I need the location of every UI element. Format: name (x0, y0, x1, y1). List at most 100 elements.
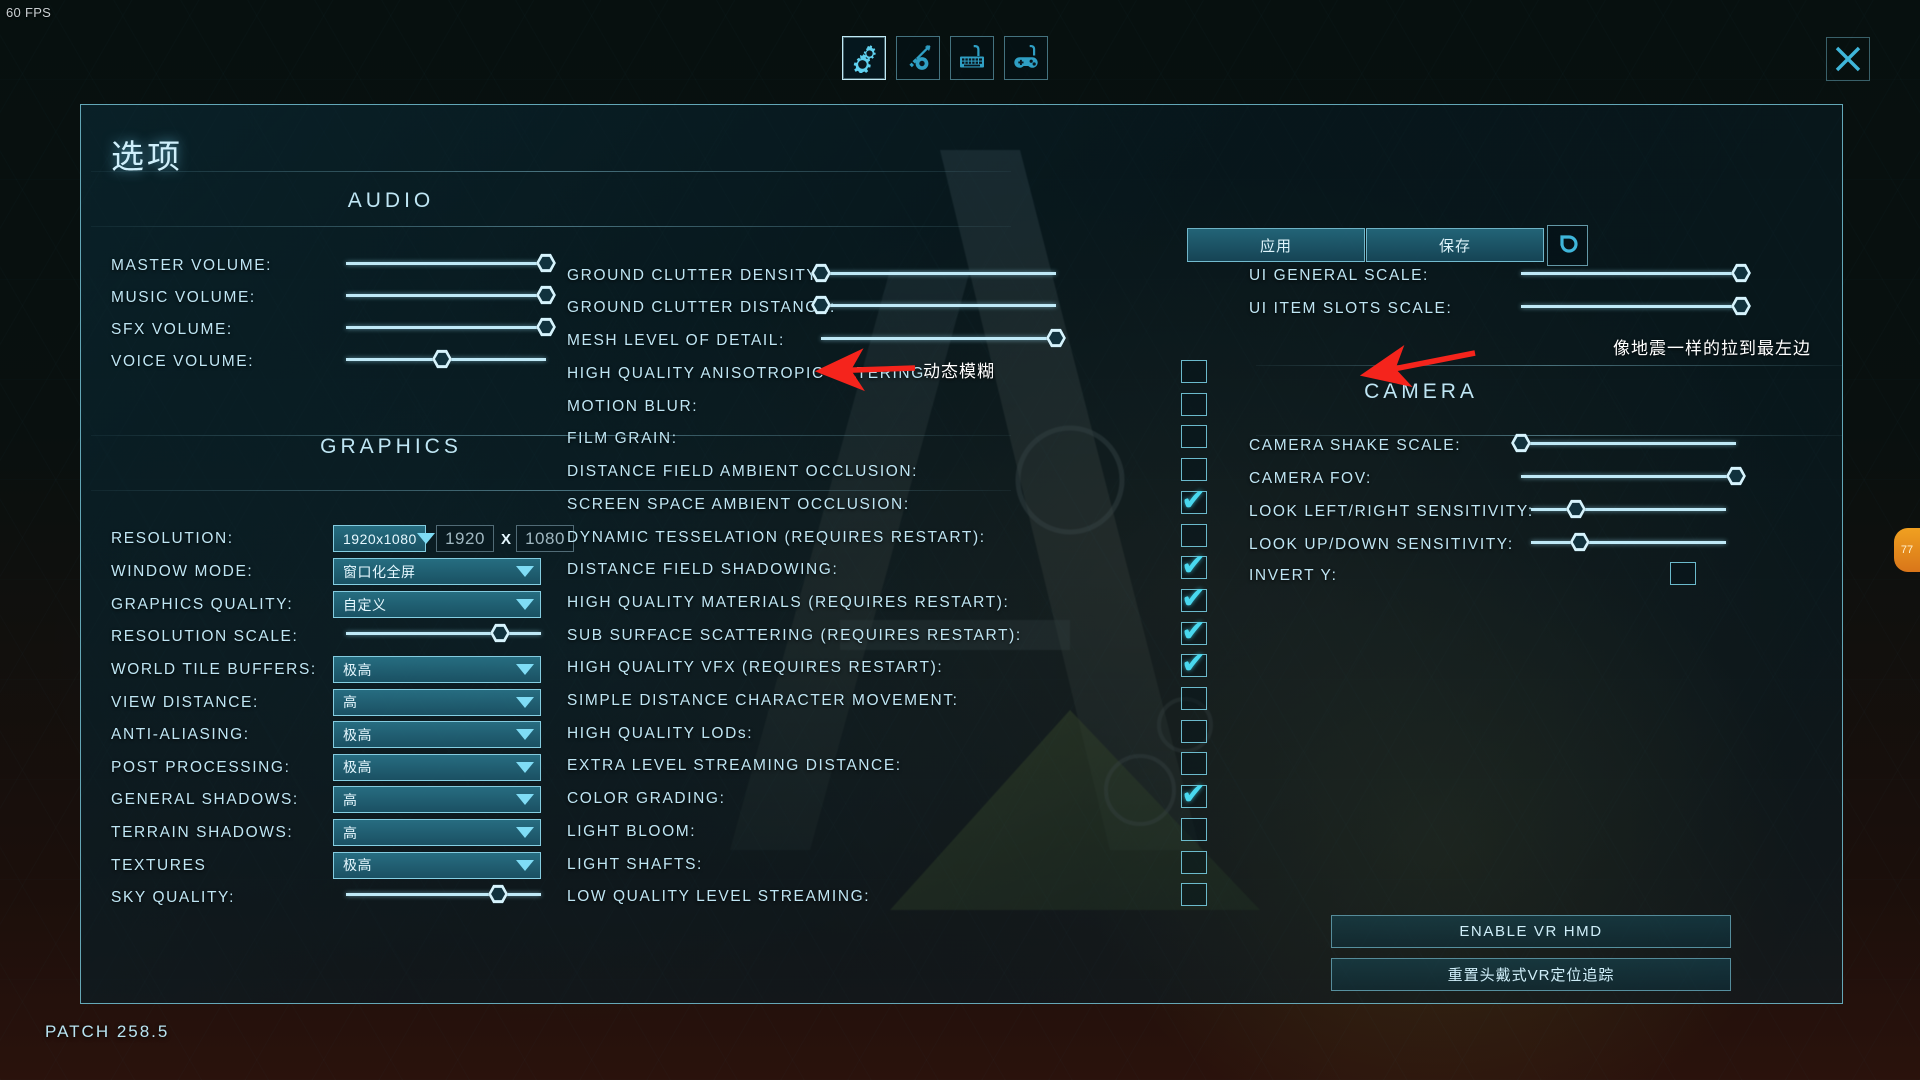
sky-quality-slider[interactable] (346, 884, 541, 904)
color-grading-label: COLOR GRADING: (567, 790, 726, 808)
ground-clutter-density-slider[interactable] (811, 263, 1056, 283)
ground-clutter-distance-label: GROUND CLUTTER DISTANCE: (567, 299, 836, 316)
slider-handle[interactable] (1511, 433, 1531, 453)
film-grain-label: FILM GRAIN: (567, 430, 678, 448)
terrain-shadows-dropdown[interactable]: 高 (333, 819, 541, 846)
invert-y-checkbox[interactable] (1670, 562, 1696, 585)
post-processing-dropdown[interactable]: 极高 (333, 753, 541, 781)
slider-handle[interactable] (1569, 532, 1590, 552)
sfx-volume-label: SFX VOLUME: (111, 321, 233, 338)
patch-version: PATCH 258.5 (45, 1022, 170, 1041)
dropdown-value: 极高 (343, 726, 372, 743)
slider-handle[interactable] (536, 253, 556, 273)
post-processing-label: POST PROCESSING: (111, 758, 291, 776)
dropdown-value: 自定义 (343, 596, 387, 613)
resolution-width-input[interactable]: 1920 (436, 525, 494, 552)
look-up-down-sensitivity-label: LOOK UP/DOWN SENSITIVITY: (1249, 536, 1514, 553)
look-left-right-sensitivity-slider[interactable] (1531, 499, 1726, 519)
anti-aliasing-dropdown[interactable]: 极高 (333, 721, 541, 749)
slider-handle[interactable] (1731, 296, 1751, 316)
high-quality-vfx-label: HIGH QUALITY VFX (REQUIRES RESTART): (567, 659, 944, 677)
graphics-quality-dropdown[interactable]: 自定义 (333, 591, 541, 618)
gamepad-tab[interactable] (1004, 36, 1048, 80)
ground-clutter-distance-slider[interactable] (811, 295, 1056, 315)
save-button[interactable]: 保存 (1366, 228, 1544, 262)
slider-handle[interactable] (1726, 466, 1746, 486)
camera-fov-label: CAMERA FOV: (1249, 470, 1372, 487)
motion-blur-label: MOTION BLUR: (567, 397, 699, 415)
apply-button[interactable]: 应用 (1187, 228, 1365, 262)
high-quality-lods-checkbox[interactable] (1181, 719, 1207, 743)
enable-vr-hmd-button[interactable]: ENABLE VR HMD (1331, 915, 1731, 948)
high-quality-lods-label: HIGH QUALITY LODs: (567, 724, 754, 742)
annotation-label-motion-blur: 动态模糊 (923, 362, 995, 381)
slider-track (1531, 541, 1726, 544)
sub-surface-scattering-label: SUB SURFACE SCATTERING (REQUIRES RESTART… (567, 626, 1022, 644)
simple-distance-character-movement-checkbox[interactable] (1181, 687, 1207, 710)
textures-dropdown[interactable]: 极高 (333, 851, 541, 879)
gamepad-icon (1014, 45, 1038, 68)
camera-shake-scale-slider[interactable] (1511, 433, 1736, 453)
light-bloom-checkbox[interactable] (1181, 817, 1207, 841)
music-volume-slider[interactable] (346, 285, 556, 305)
slider-handle[interactable] (488, 884, 509, 904)
ui-item-slots-scale-slider[interactable] (1521, 296, 1751, 316)
mesh-level-of-detail-slider[interactable] (821, 328, 1066, 348)
resolution-height-input[interactable]: 1080 (516, 525, 574, 552)
checkmark-icon: ✔ (1181, 646, 1207, 682)
light-shafts-checkbox[interactable] (1181, 850, 1207, 874)
low-quality-level-streaming-label: LOW QUALITY LEVEL STREAMING: (567, 888, 871, 906)
slider-handle[interactable] (1565, 499, 1586, 519)
divider (91, 490, 1011, 491)
ui-general-scale-slider[interactable] (1521, 263, 1751, 283)
slider-handle[interactable] (432, 349, 452, 369)
options-tab[interactable] (842, 36, 886, 80)
slider-handle[interactable] (536, 317, 556, 337)
slider-handle[interactable] (1731, 263, 1751, 283)
slider-handle[interactable] (490, 623, 511, 643)
reset-vr-tracking-button[interactable]: 重置头戴式VR定位追踪 (1331, 958, 1731, 991)
reset-defaults-button[interactable] (1547, 225, 1588, 266)
sfx-volume-slider[interactable] (346, 317, 556, 337)
film-grain-checkbox[interactable] (1181, 425, 1207, 449)
distance-field-ao-label: DISTANCE FIELD AMBIENT OCCLUSION: (567, 463, 919, 481)
view-distance-dropdown[interactable]: 高 (333, 688, 541, 716)
screen-space-ao-checkbox[interactable]: ✔ (1181, 485, 1207, 515)
look-up-down-sensitivity-slider[interactable] (1531, 532, 1726, 552)
voice-volume-label: VOICE VOLUME: (111, 353, 255, 370)
world-tile-buffers-dropdown[interactable]: 极高 (333, 656, 541, 683)
keyboard-tab[interactable] (950, 36, 994, 80)
camera-fov-slider[interactable] (1521, 466, 1746, 486)
high-quality-materials-label: HIGH QUALITY MATERIALS (REQUIRES RESTART… (567, 593, 1010, 611)
dropdown-value: 极高 (343, 857, 372, 874)
gears-icon (853, 45, 876, 73)
window-mode-dropdown[interactable]: 窗口化全屏 (333, 558, 541, 585)
slider-track (1521, 475, 1736, 478)
resolution-dropdown[interactable]: 1920x1080 (333, 525, 435, 552)
extra-level-streaming-distance-checkbox[interactable] (1181, 752, 1207, 776)
voice-volume-slider[interactable] (346, 349, 546, 369)
color-grading-checkbox[interactable]: ✔ (1181, 780, 1207, 810)
high-quality-vfx-checkbox[interactable]: ✔ (1181, 646, 1207, 682)
master-volume-slider[interactable] (346, 253, 556, 273)
world-tile-buffers-label: WORLD TILE BUFFERS: (111, 661, 317, 678)
gameplay-tab[interactable] (896, 36, 940, 80)
floating-badge[interactable]: 77 (1894, 528, 1920, 572)
slider-track (346, 326, 546, 329)
master-volume-label: MASTER VOLUME: (111, 257, 273, 274)
annotation-label-camera-shake: 像地震一样的拉到最左边 (1613, 339, 1811, 358)
general-shadows-dropdown[interactable]: 高 (333, 786, 541, 814)
slider-handle[interactable] (536, 285, 556, 305)
close-button[interactable] (1826, 37, 1870, 81)
resolution-scale-slider[interactable] (346, 623, 541, 643)
high-quality-materials-checkbox[interactable]: ✔ (1181, 583, 1207, 613)
dropdown-value: 高 (343, 824, 358, 841)
sub-surface-scattering-checkbox[interactable]: ✔ (1181, 616, 1207, 646)
dynamic-tesselation-checkbox[interactable] (1181, 523, 1207, 547)
distance-field-ao-checkbox[interactable] (1181, 458, 1207, 482)
music-volume-label: MUSIC VOLUME: (111, 289, 256, 306)
distance-field-shadowing-checkbox[interactable]: ✔ (1181, 551, 1207, 581)
low-quality-level-streaming-checkbox[interactable] (1181, 883, 1207, 907)
section-camera: CAMERA (1364, 380, 1478, 403)
slider-handle[interactable] (1046, 328, 1066, 348)
